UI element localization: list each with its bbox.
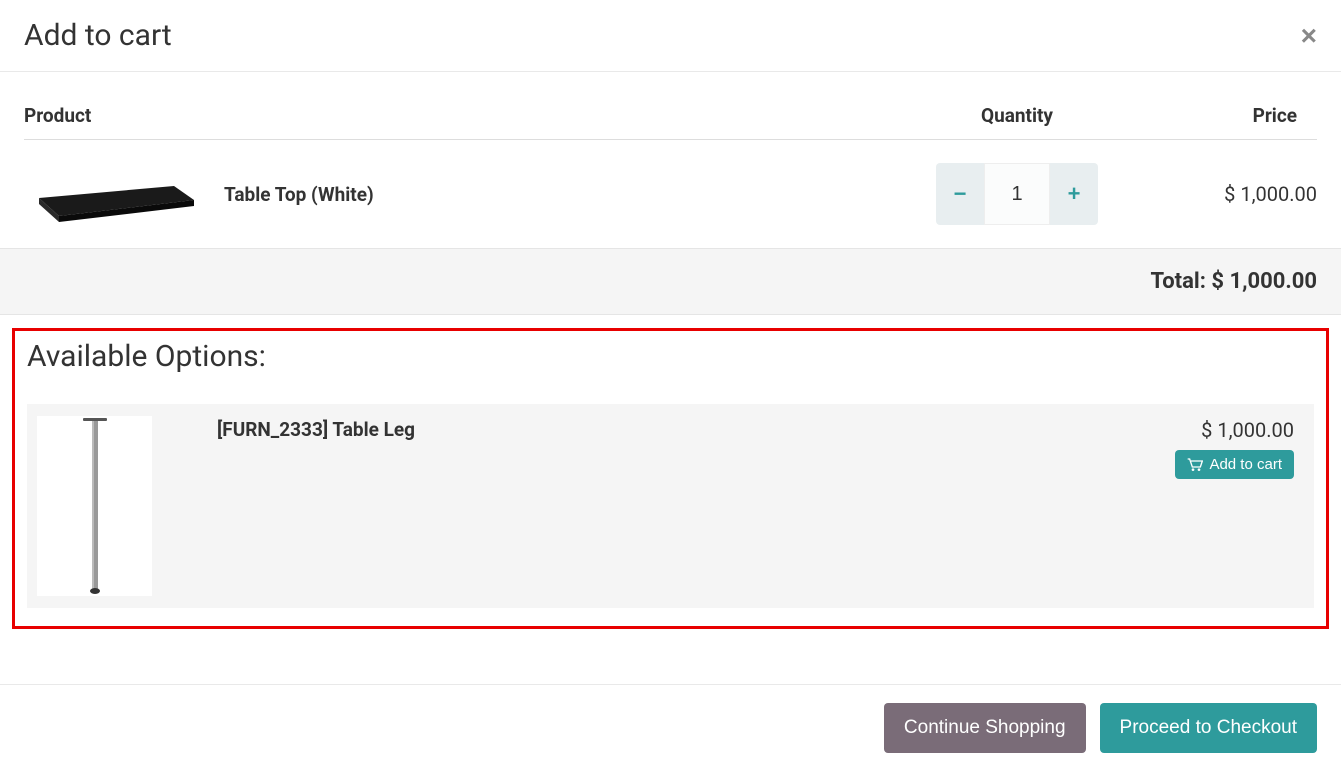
modal-header: Add to cart × bbox=[0, 0, 1341, 72]
modal-footer: Continue Shopping Proceed to Checkout bbox=[0, 684, 1341, 771]
minus-icon: − bbox=[954, 181, 967, 207]
header-price: Price bbox=[1117, 92, 1317, 140]
proceed-to-checkout-button[interactable]: Proceed to Checkout bbox=[1100, 703, 1317, 753]
total-row: Total: $ 1,000.00 bbox=[0, 248, 1341, 315]
available-options-section: Available Options: [FURN_2333] Table Leg… bbox=[12, 328, 1329, 629]
add-to-cart-button[interactable]: Add to cart bbox=[1175, 450, 1294, 479]
cart-icon bbox=[1187, 458, 1203, 472]
option-card: [FURN_2333] Table Leg $ 1,000.00 Add to … bbox=[27, 404, 1314, 608]
option-name: [FURN_2333] Table Leg bbox=[217, 416, 1110, 441]
quantity-stepper: − + bbox=[936, 163, 1098, 225]
tabletop-icon bbox=[29, 158, 199, 230]
option-image bbox=[37, 416, 152, 596]
option-price: $ 1,000.00 bbox=[1175, 418, 1294, 442]
modal-title: Add to cart bbox=[24, 18, 172, 53]
add-to-cart-label: Add to cart bbox=[1209, 456, 1282, 473]
quantity-input[interactable] bbox=[984, 163, 1050, 225]
close-button[interactable]: × bbox=[1301, 22, 1317, 50]
cart-table: Product Quantity Price bbox=[24, 92, 1317, 248]
tableleg-icon bbox=[75, 416, 115, 596]
product-name: Table Top (White) bbox=[224, 183, 374, 206]
total-amount: $ 1,000.00 bbox=[1211, 269, 1317, 294]
quantity-decrease-button[interactable]: − bbox=[936, 163, 984, 225]
item-price: $ 1,000.00 bbox=[1117, 140, 1317, 249]
plus-icon: + bbox=[1068, 181, 1081, 207]
product-image bbox=[24, 158, 204, 230]
quantity-increase-button[interactable]: + bbox=[1050, 163, 1098, 225]
close-icon: × bbox=[1301, 20, 1317, 51]
header-quantity: Quantity bbox=[917, 92, 1117, 140]
cart-row: Table Top (White) − + $ 1,000.00 bbox=[24, 140, 1317, 249]
header-product: Product bbox=[24, 92, 917, 140]
total-label: Total: bbox=[1150, 269, 1211, 294]
options-title: Available Options: bbox=[27, 339, 1314, 374]
continue-shopping-button[interactable]: Continue Shopping bbox=[884, 703, 1086, 753]
